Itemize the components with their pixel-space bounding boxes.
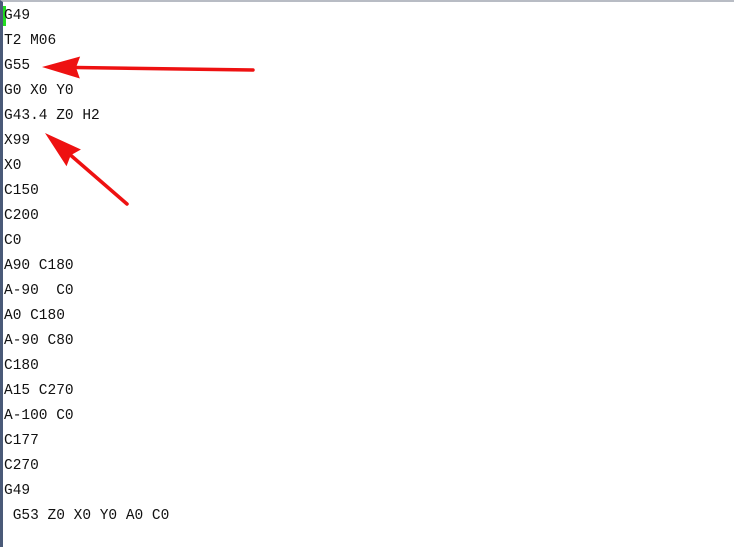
annotation-layer xyxy=(42,56,255,206)
arrow-g55-shaft xyxy=(74,65,255,72)
arrow-g55-head xyxy=(42,56,81,79)
arrow-g43-shaft xyxy=(68,153,129,206)
